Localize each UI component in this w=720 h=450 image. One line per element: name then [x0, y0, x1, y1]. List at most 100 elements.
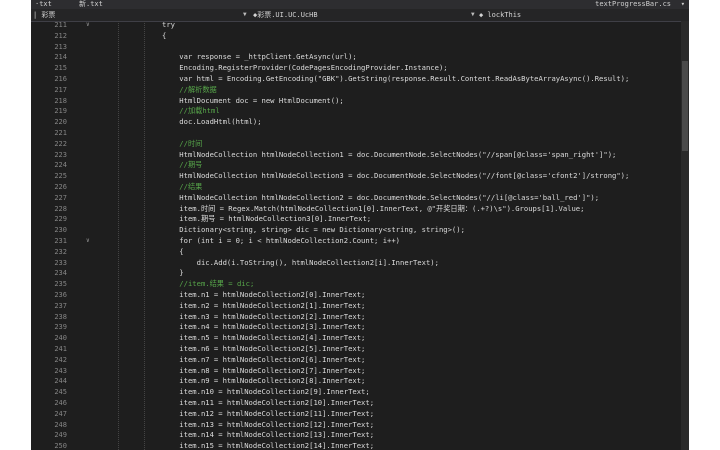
code-line[interactable]: 239 item.n4 = htmlNodeCollection2[3].Inn… [31, 322, 689, 333]
code-text[interactable]: item.n6 = htmlNodeCollection2[5].InnerTe… [162, 344, 365, 355]
code-line[interactable]: 215 Encoding.RegisterProvider(CodePagesE… [31, 63, 689, 74]
code-text[interactable]: HtmlNodeCollection htmlNodeCollection3 =… [162, 171, 629, 182]
line-number: 226 [54, 183, 67, 191]
code-line[interactable]: 222 //时间 [31, 139, 689, 150]
code-text[interactable]: item.n9 = htmlNodeCollection2[8].InnerTe… [162, 376, 365, 387]
vertical-scrollbar[interactable] [681, 21, 689, 450]
code-text[interactable]: try [162, 20, 175, 31]
line-number: 225 [54, 172, 67, 181]
code-line[interactable]: 249 item.n14 = htmlNodeCollection2[13].I… [31, 430, 689, 441]
code-text[interactable]: item.期号 = htmlNodeCollection3[0].InnerTe… [162, 214, 371, 225]
code-text[interactable]: item.n2 = htmlNodeCollection2[1].InnerTe… [162, 301, 365, 312]
code-text[interactable]: HtmlNodeCollection htmlNodeCollection2 =… [162, 193, 599, 204]
code-line[interactable]: 218 HtmlDocument doc = new HtmlDocument(… [31, 96, 689, 107]
code-text[interactable]: var html = Encoding.GetEncoding("GBK").G… [162, 74, 629, 85]
line-number: 246 [54, 399, 67, 407]
code-text[interactable]: { [162, 247, 183, 258]
code-line[interactable]: 230 Dictionary<string, string> dic = new… [31, 225, 689, 236]
line-number: 230 [54, 226, 67, 235]
code-line[interactable]: 247 item.n12 = htmlNodeCollection2[11].I… [31, 409, 689, 420]
code-line[interactable]: 223 HtmlNodeCollection htmlNodeCollectio… [31, 150, 689, 161]
code-text[interactable]: //期号 [162, 160, 202, 171]
code-line[interactable]: 224 //期号 [31, 160, 689, 171]
code-text[interactable]: item.n13 = htmlNodeCollection2[12].Inner… [162, 420, 374, 431]
code-line[interactable]: 236 item.n1 = htmlNodeCollection2[0].Inn… [31, 290, 689, 301]
tab-new-txt[interactable]: 新.txt [79, 0, 103, 9]
code-text[interactable]: item.n4 = htmlNodeCollection2[3].InnerTe… [162, 322, 365, 333]
scrollbar-thumb[interactable] [682, 61, 688, 151]
code-line[interactable]: 226 //结果 [31, 182, 689, 193]
code-text[interactable]: item.n14 = htmlNodeCollection2[13].Inner… [162, 430, 374, 441]
line-number: 212 [54, 31, 67, 40]
code-line[interactable]: 228 item.时间 = Regex.Match(htmlNodeCollec… [31, 204, 689, 215]
code-text[interactable]: for (int i = 0; i < htmlNodeCollection2.… [162, 236, 400, 247]
line-number: 238 [54, 312, 67, 321]
code-text[interactable]: } [162, 268, 183, 279]
code-line[interactable]: 216 var html = Encoding.GetEncoding("GBK… [31, 74, 689, 85]
code-line[interactable]: 212 { [31, 31, 689, 42]
tab-dropdown-icon[interactable]: ▾ [681, 0, 685, 9]
code-text[interactable]: var response = _httpClient.GetAsync(url)… [162, 52, 356, 63]
code-line[interactable]: 234 } [31, 268, 689, 279]
code-line[interactable]: 213 [31, 42, 689, 53]
code-text[interactable]: HtmlDocument doc = new HtmlDocument(); [162, 96, 343, 107]
code-line[interactable]: 221 [31, 128, 689, 139]
fold-toggle-icon[interactable]: ∨ [86, 236, 90, 247]
code-text[interactable]: dic.Add(i.ToString(), htmlNodeCollection… [162, 258, 439, 269]
code-text[interactable]: item.n5 = htmlNodeCollection2[4].InnerTe… [162, 333, 365, 344]
code-text[interactable]: //item.结果 = dic; [162, 279, 254, 290]
code-line[interactable]: 238 item.n3 = htmlNodeCollection2[2].Inn… [31, 312, 689, 323]
code-line[interactable]: 250 item.n15 = htmlNodeCollection2[14].I… [31, 441, 689, 450]
line-number: 245 [54, 388, 67, 397]
code-line[interactable]: 241 item.n6 = htmlNodeCollection2[5].Inn… [31, 344, 689, 355]
code-line[interactable]: 242 item.n7 = htmlNodeCollection2[6].Inn… [31, 355, 689, 366]
code-text[interactable]: Dictionary<string, string> dic = new Dic… [162, 225, 465, 236]
code-text[interactable]: item.n7 = htmlNodeCollection2[6].InnerTe… [162, 355, 365, 366]
tab-txt[interactable]: ·txt [35, 0, 52, 9]
code-line[interactable]: 229 item.期号 = htmlNodeCollection3[0].Inn… [31, 214, 689, 225]
code-text[interactable]: //加载html [162, 106, 219, 117]
code-text[interactable]: doc.LoadHtml(html); [162, 117, 261, 128]
code-line[interactable]: 227 HtmlNodeCollection htmlNodeCollectio… [31, 193, 689, 204]
code-text[interactable]: item.n11 = htmlNodeCollection2[10].Inner… [162, 398, 374, 409]
line-number: 248 [54, 420, 67, 429]
code-text[interactable]: item.时间 = Regex.Match(htmlNodeCollection… [162, 204, 584, 215]
code-line[interactable]: 248 item.n13 = htmlNodeCollection2[12].I… [31, 420, 689, 431]
code-text[interactable]: item.n1 = htmlNodeCollection2[0].InnerTe… [162, 290, 365, 301]
code-line[interactable]: 231 for (int i = 0; i < htmlNodeCollecti… [31, 236, 689, 247]
code-area[interactable]: 211 try ∨ 212{213 214 var response = _httpCl… [31, 20, 689, 450]
code-line[interactable]: 240 item.n5 = htmlNodeCollection2[4].Inn… [31, 333, 689, 344]
code-text[interactable]: //时间 [162, 139, 202, 150]
code-line[interactable]: 246 item.n11 = htmlNodeCollection2[10].I… [31, 398, 689, 409]
tab-textprogressbar[interactable]: textProgressBar.cs [595, 0, 671, 9]
code-text[interactable]: //结果 [162, 182, 202, 193]
code-line[interactable]: 220 doc.LoadHtml(html); [31, 117, 689, 128]
code-line[interactable]: 233 dic.Add(i.ToString(), htmlNodeCollec… [31, 258, 689, 269]
code-line[interactable]: 219 //加载html [31, 106, 689, 117]
code-text[interactable]: Encoding.RegisterProvider(CodePagesEncod… [162, 63, 447, 74]
line-number: 219 [54, 107, 67, 116]
code-line[interactable]: 211 try ∨ [31, 20, 689, 31]
code-line[interactable]: 244 item.n9 = htmlNodeCollection2[8].Inn… [31, 376, 689, 387]
code-line[interactable]: 225 HtmlNodeCollection htmlNodeCollectio… [31, 171, 689, 182]
code-text[interactable]: //解析数据 [162, 85, 216, 96]
code-text[interactable]: item.n3 = htmlNodeCollection2[2].InnerTe… [162, 312, 365, 323]
line-number: 237 [54, 301, 67, 310]
code-line[interactable]: 243 item.n8 = htmlNodeCollection2[7].Inn… [31, 366, 689, 377]
line-number: 232 [54, 247, 67, 256]
code-text[interactable]: item.n15 = htmlNodeCollection2[14].Inner… [162, 441, 374, 450]
code-text[interactable]: item.n12 = htmlNodeCollection2[11].Inner… [162, 409, 374, 420]
code-line[interactable]: 237 item.n2 = htmlNodeCollection2[1].Inn… [31, 301, 689, 312]
code-text[interactable]: { [162, 31, 166, 42]
code-text[interactable]: item.n10 = htmlNodeCollection2[9].InnerT… [162, 387, 369, 398]
code-text[interactable]: HtmlNodeCollection htmlNodeCollection1 =… [162, 150, 616, 161]
code-line[interactable]: 235 //item.结果 = dic; [31, 279, 689, 290]
code-line[interactable]: 245 item.n10 = htmlNodeCollection2[9].In… [31, 387, 689, 398]
code-line[interactable]: 217 //解析数据 [31, 85, 689, 96]
line-number: 218 [54, 96, 67, 105]
code-line[interactable]: 214 var response = _httpClient.GetAsync(… [31, 52, 689, 63]
line-number: 250 [54, 442, 67, 450]
code-line[interactable]: 232 { [31, 247, 689, 258]
fold-toggle-icon[interactable]: ∨ [86, 20, 90, 31]
code-text[interactable]: item.n8 = htmlNodeCollection2[7].InnerTe… [162, 366, 365, 377]
